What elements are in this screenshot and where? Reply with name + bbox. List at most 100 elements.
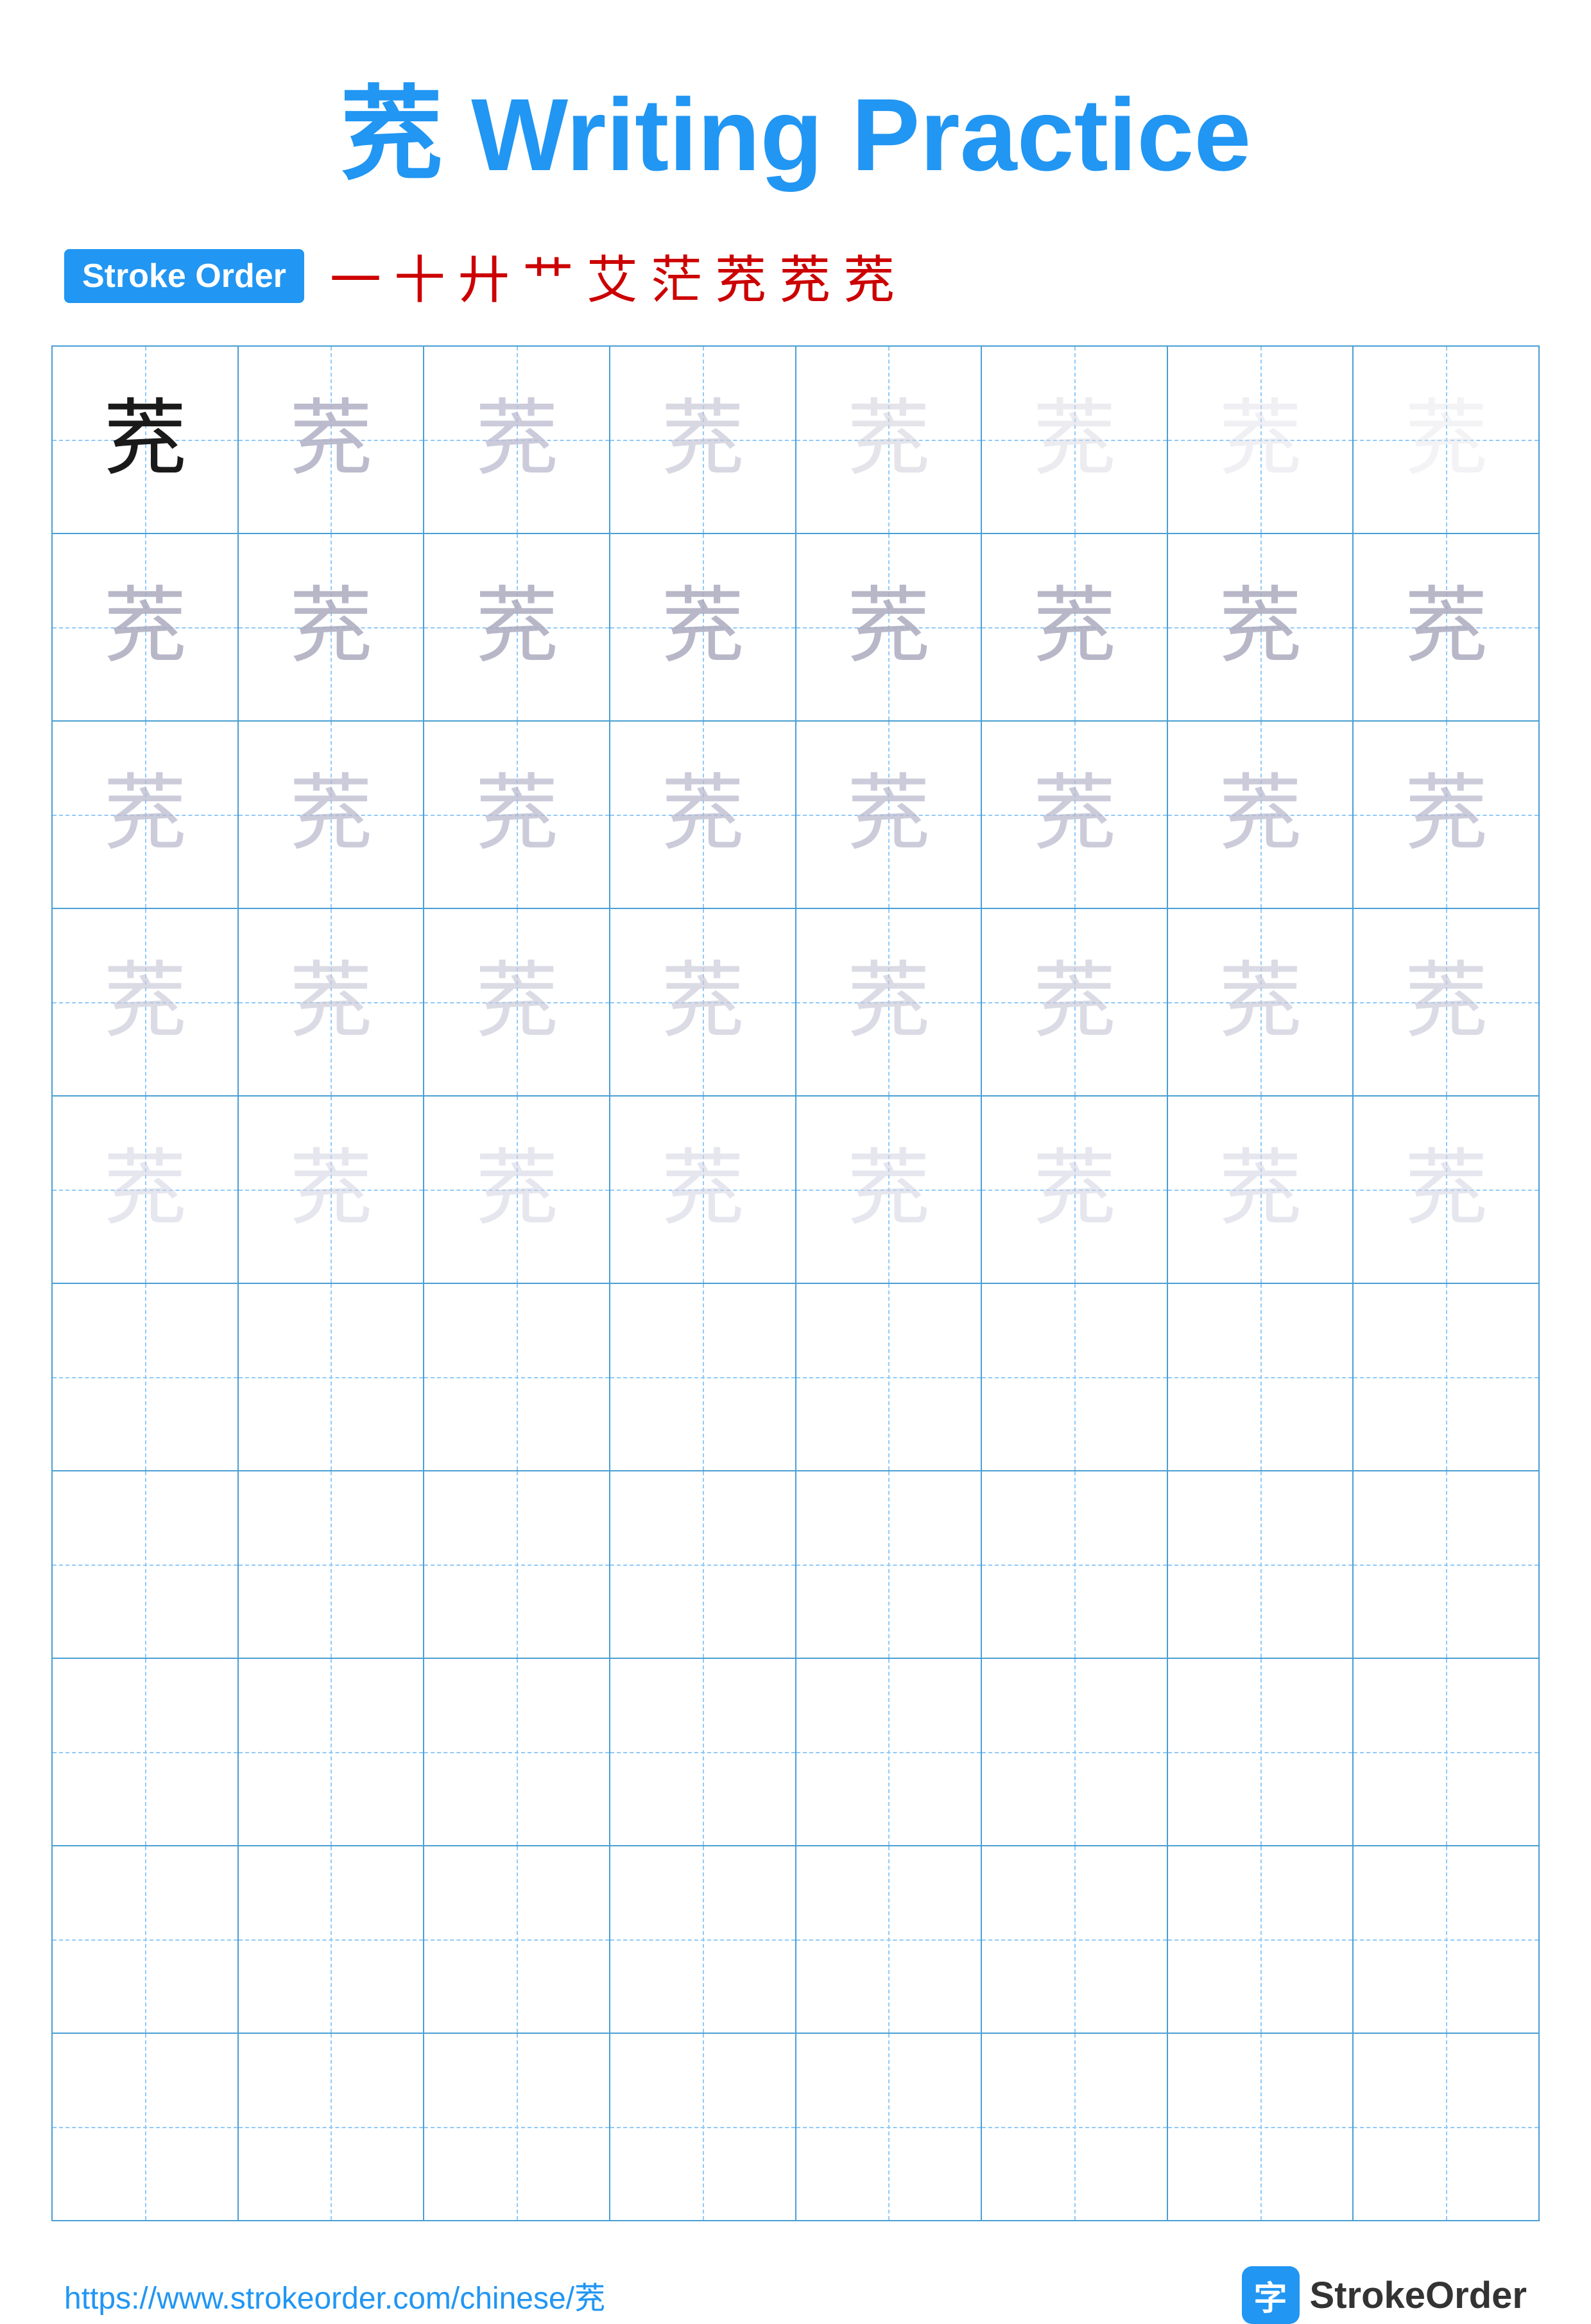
grid-cell[interactable]: 茺 [610,1097,796,1283]
grid-cell[interactable]: 茺 [1168,1097,1354,1283]
grid-cell[interactable]: 茺 [53,534,239,720]
practice-char: 茺 [1219,585,1302,669]
grid-cell[interactable]: 茺 [1354,722,1538,908]
grid-cell[interactable] [239,1284,425,1470]
grid-cell[interactable]: 茺 [982,347,1168,533]
grid-row [53,1284,1538,1471]
grid-cell[interactable]: 茺 [796,909,983,1095]
stroke-6: 茫 [651,239,702,313]
grid-cell[interactable] [239,1846,425,2033]
practice-char: 茺 [847,773,930,856]
grid-cell[interactable]: 茺 [424,722,610,908]
grid-cell[interactable] [53,1846,239,2033]
practice-char: 茺 [1033,398,1116,481]
grid-row [53,2034,1538,2220]
grid-cell[interactable]: 茺 [53,722,239,908]
grid-cell[interactable] [796,2034,983,2220]
grid-row [53,1659,1538,1846]
practice-char: 茺 [661,585,744,669]
grid-cell[interactable] [1354,1284,1538,1470]
grid-row: 茺 茺 茺 茺 茺 茺 茺 茺 [53,347,1538,534]
grid-cell[interactable] [1354,1659,1538,1845]
grid-cell[interactable]: 茺 [53,909,239,1095]
grid-cell[interactable] [796,1846,983,2033]
grid-cell[interactable] [1354,1846,1538,2033]
grid-cell[interactable] [796,1284,983,1470]
grid-cell[interactable] [1354,2034,1538,2220]
grid-cell[interactable]: 茺 [424,909,610,1095]
grid-cell[interactable] [610,1284,796,1470]
grid-cell[interactable] [424,1659,610,1845]
grid-cell[interactable]: 茺 [53,1097,239,1283]
grid-cell[interactable] [424,1471,610,1658]
grid-cell[interactable]: 茺 [610,347,796,533]
grid-cell[interactable]: 茺 [610,534,796,720]
grid-cell[interactable] [1168,1284,1354,1470]
stroke-7: 茺 [715,239,766,313]
practice-char: 茺 [1219,1148,1302,1231]
grid-cell[interactable] [1168,1846,1354,2033]
grid-cell[interactable] [424,1846,610,2033]
grid-cell[interactable] [610,2034,796,2220]
grid-cell[interactable]: 茺 [982,1097,1168,1283]
grid-cell[interactable] [1354,1471,1538,1658]
grid-cell[interactable] [53,2034,239,2220]
grid-cell[interactable] [53,1284,239,1470]
footer-logo: 字 StrokeOrder [1242,2266,1527,2324]
page-container: 茺 Writing Practice Stroke Order 一 十 廾 艹 … [0,0,1591,2252]
grid-cell[interactable] [796,1471,983,1658]
grid-cell[interactable]: 茺 [796,1097,983,1283]
grid-cell[interactable] [1168,1471,1354,1658]
grid-cell[interactable]: 茺 [239,909,425,1095]
grid-cell[interactable] [796,1659,983,1845]
grid-cell[interactable]: 茺 [796,722,983,908]
grid-cell[interactable] [239,1659,425,1845]
grid-cell[interactable]: 茺 [424,1097,610,1283]
stroke-8: 茺 [779,239,830,313]
grid-cell[interactable] [424,1284,610,1470]
grid-cell[interactable]: 茺 [239,347,425,533]
grid-cell[interactable]: 茺 [982,722,1168,908]
grid-cell[interactable]: 茺 [610,909,796,1095]
grid-cell[interactable]: 茺 [610,722,796,908]
grid-cell[interactable]: 茺 [1354,1097,1538,1283]
grid-cell[interactable]: 茺 [53,347,239,533]
grid-cell[interactable]: 茺 [982,909,1168,1095]
practice-char: 茺 [475,773,558,856]
stroke-order-badge: Stroke Order [64,249,304,303]
grid-cell[interactable] [982,1471,1168,1658]
logo-text: StrokeOrder [1310,2274,1527,2317]
grid-cell[interactable] [982,1659,1168,1845]
grid-cell[interactable] [239,1471,425,1658]
grid-cell[interactable] [982,1846,1168,2033]
grid-cell[interactable]: 茺 [1168,347,1354,533]
grid-cell[interactable]: 茺 [424,347,610,533]
grid-cell[interactable]: 茺 [239,1097,425,1283]
grid-cell[interactable]: 茺 [239,722,425,908]
grid-cell[interactable]: 茺 [1168,534,1354,720]
grid-cell[interactable] [610,1846,796,2033]
grid-cell[interactable] [610,1659,796,1845]
practice-char: 茺 [103,398,187,481]
grid-cell[interactable] [239,2034,425,2220]
grid-cell[interactable]: 茺 [796,534,983,720]
footer-url[interactable]: https://www.strokeorder.com/chinese/茺 [64,2273,605,2318]
grid-cell[interactable]: 茺 [1168,722,1354,908]
grid-cell[interactable] [1168,2034,1354,2220]
grid-cell[interactable]: 茺 [1354,347,1538,533]
grid-cell[interactable]: 茺 [982,534,1168,720]
grid-cell[interactable] [53,1659,239,1845]
grid-cell[interactable]: 茺 [1354,909,1538,1095]
grid-cell[interactable] [610,1471,796,1658]
grid-cell[interactable]: 茺 [1168,909,1354,1095]
grid-cell[interactable]: 茺 [239,534,425,720]
practice-char: 茺 [475,960,558,1044]
grid-cell[interactable] [982,1284,1168,1470]
grid-cell[interactable] [1168,1659,1354,1845]
grid-cell[interactable]: 茺 [796,347,983,533]
grid-cell[interactable]: 茺 [424,534,610,720]
grid-cell[interactable] [424,2034,610,2220]
grid-cell[interactable] [982,2034,1168,2220]
grid-cell[interactable]: 茺 [1354,534,1538,720]
grid-cell[interactable] [53,1471,239,1658]
